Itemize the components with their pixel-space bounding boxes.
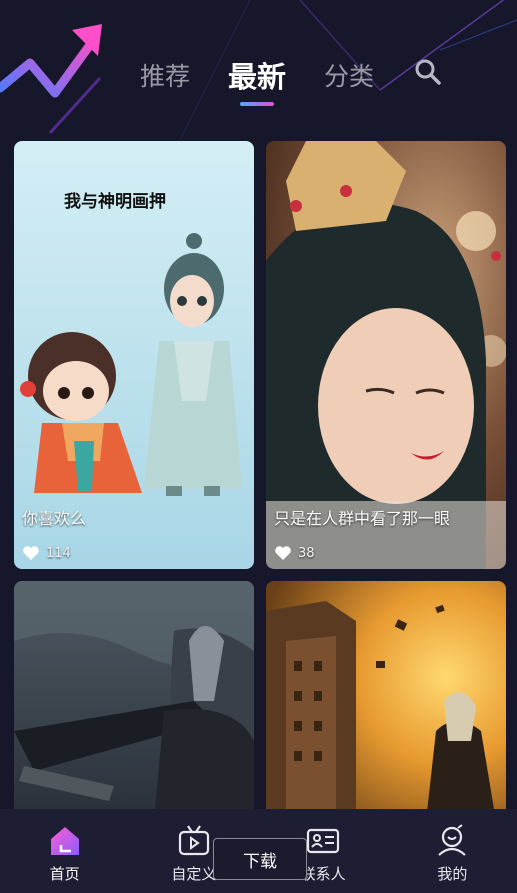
like-count-value: 38 <box>298 545 315 561</box>
nav-label: 我的 <box>437 865 468 883</box>
wallpaper-card[interactable]: 我与神明画押 你喜欢么 114 <box>14 141 254 569</box>
heart-icon <box>275 546 291 560</box>
nav-home[interactable]: 首页 <box>0 809 129 893</box>
tab-label: 最新 <box>228 60 287 94</box>
category-tabs: 推荐 最新 分类 <box>140 50 412 106</box>
search-icon[interactable] <box>413 57 443 87</box>
like-count[interactable]: 114 <box>22 545 71 561</box>
profile-icon <box>438 824 467 856</box>
app-logo <box>0 24 102 135</box>
heart-icon <box>23 546 39 560</box>
tab-label: 推荐 <box>140 62 191 91</box>
tab-label: 分类 <box>324 62 375 91</box>
nav-label: 首页 <box>49 865 80 883</box>
nav-label: 联系人 <box>300 865 346 883</box>
like-count-value: 114 <box>46 545 71 561</box>
nav-profile[interactable]: 我的 <box>388 809 517 893</box>
tv-icon <box>178 825 209 856</box>
card-caption: 你喜欢么 <box>22 509 87 528</box>
tab-latest[interactable]: 最新 <box>228 54 287 106</box>
download-button[interactable]: 下载 <box>213 838 307 880</box>
wallpaper-thumbnail-warrior <box>14 581 254 821</box>
wallpaper-card[interactable]: 只是在人群中看了那一眼 38 <box>266 141 506 569</box>
wallpaper-art-title: 我与神明画押 <box>64 192 166 212</box>
wallpaper-card[interactable] <box>14 581 254 821</box>
like-count[interactable]: 38 <box>274 545 315 561</box>
wallpaper-card[interactable] <box>266 581 506 821</box>
wallpaper-thumbnail-fire <box>266 581 506 821</box>
tab-categories[interactable]: 分类 <box>324 57 374 93</box>
nav-label: 自定义 <box>171 865 217 883</box>
contact-card-icon <box>307 828 340 854</box>
active-tab-indicator <box>240 102 275 106</box>
card-caption: 只是在人群中看了那一眼 <box>274 509 451 528</box>
home-icon <box>50 827 79 855</box>
tab-recommended[interactable]: 推荐 <box>140 57 190 93</box>
